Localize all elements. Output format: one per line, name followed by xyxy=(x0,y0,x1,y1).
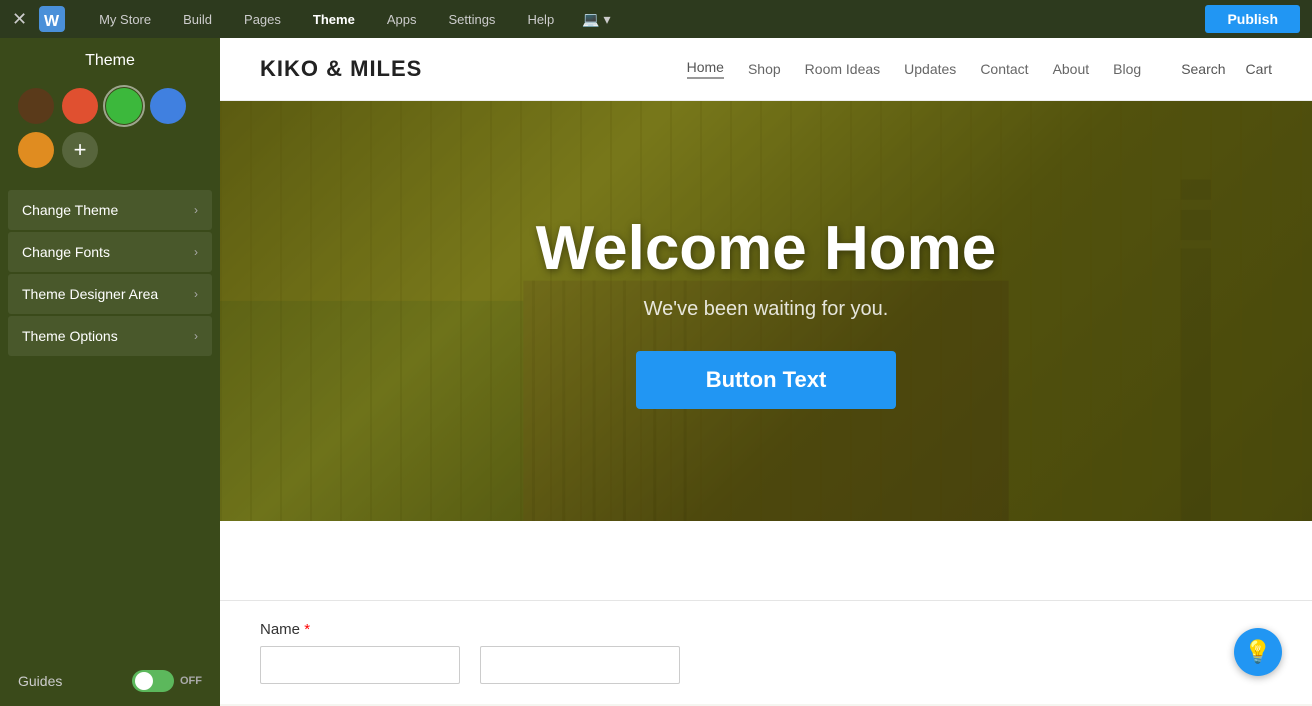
sidebar-title: Theme xyxy=(0,38,220,80)
below-hero-section xyxy=(220,521,1312,601)
form-row xyxy=(260,646,1272,684)
form-section: Name * xyxy=(220,601,1312,704)
nav-my-store[interactable]: My Store xyxy=(85,12,165,27)
nav-room-ideas[interactable]: Room Ideas xyxy=(805,61,880,77)
site-nav: Home Shop Room Ideas Updates Contact Abo… xyxy=(687,59,1142,79)
main-area: Theme + Change Theme › Change Fonts › Th… xyxy=(0,38,1312,706)
sidebar-bottom: Guides OFF xyxy=(0,656,220,706)
first-name-input[interactable] xyxy=(260,646,460,684)
change-theme-label: Change Theme xyxy=(22,202,118,218)
change-fonts-label: Change Fonts xyxy=(22,244,110,260)
lightbulb-icon: 💡 xyxy=(1244,639,1271,665)
hero-button[interactable]: Button Text xyxy=(636,351,897,409)
hero-section: Welcome Home We've been waiting for you.… xyxy=(220,101,1312,521)
color-swatches-container: + xyxy=(0,80,220,182)
site-nav-actions: Search Cart xyxy=(1181,61,1272,77)
publish-button[interactable]: Publish xyxy=(1205,5,1300,33)
guides-label: Guides xyxy=(18,673,62,689)
guides-toggle[interactable] xyxy=(132,670,174,692)
device-icon[interactable]: 💻 ▾ xyxy=(572,11,620,28)
swatch-dark-brown[interactable] xyxy=(18,88,54,124)
chevron-right-icon: › xyxy=(194,203,198,217)
website-header: KIKO & MILES Home Shop Room Ideas Update… xyxy=(220,38,1312,101)
hero-subtitle: We've been waiting for you. xyxy=(536,298,997,321)
nav-apps[interactable]: Apps xyxy=(373,12,431,27)
nav-help[interactable]: Help xyxy=(513,12,568,27)
content-area: KIKO & MILES Home Shop Room Ideas Update… xyxy=(220,38,1312,706)
theme-options-label: Theme Options xyxy=(22,328,118,344)
nav-build[interactable]: Build xyxy=(169,12,226,27)
top-nav: ✕ W My Store Build Pages Theme Apps Sett… xyxy=(0,0,1312,38)
nav-home[interactable]: Home xyxy=(687,59,724,79)
nav-about[interactable]: About xyxy=(1053,61,1090,77)
nav-shop[interactable]: Shop xyxy=(748,61,781,77)
swatch-red-orange[interactable] xyxy=(62,88,98,124)
chevron-right-icon: › xyxy=(194,287,198,301)
swatch-blue[interactable] xyxy=(150,88,186,124)
nav-settings[interactable]: Settings xyxy=(434,12,509,27)
guides-toggle-wrap: OFF xyxy=(132,670,202,692)
swatch-green[interactable] xyxy=(106,88,142,124)
site-logo: KIKO & MILES xyxy=(260,56,422,82)
change-theme-button[interactable]: Change Theme › xyxy=(8,190,212,230)
hero-title: Welcome Home xyxy=(536,213,997,284)
floating-help-button[interactable]: 💡 xyxy=(1234,628,1282,676)
theme-designer-area-button[interactable]: Theme Designer Area › xyxy=(8,274,212,314)
required-indicator: * xyxy=(304,621,310,638)
svg-text:W: W xyxy=(44,13,60,30)
hero-content: Welcome Home We've been waiting for you.… xyxy=(536,213,997,409)
toggle-state-label: OFF xyxy=(180,675,202,687)
change-fonts-button[interactable]: Change Fonts › xyxy=(8,232,212,272)
nav-blog[interactable]: Blog xyxy=(1113,61,1141,77)
sidebar: Theme + Change Theme › Change Fonts › Th… xyxy=(0,38,220,706)
sidebar-menu: Change Theme › Change Fonts › Theme Desi… xyxy=(0,182,220,656)
chevron-right-icon: › xyxy=(194,329,198,343)
name-label-text: Name xyxy=(260,621,300,638)
theme-options-button[interactable]: Theme Options › xyxy=(8,316,212,356)
nav-contact[interactable]: Contact xyxy=(980,61,1028,77)
weebly-logo: W xyxy=(39,6,65,32)
swatch-orange[interactable] xyxy=(18,132,54,168)
nav-theme[interactable]: Theme xyxy=(299,12,369,27)
nav-pages[interactable]: Pages xyxy=(230,12,295,27)
toggle-knob xyxy=(135,672,153,690)
nav-updates[interactable]: Updates xyxy=(904,61,956,77)
search-link[interactable]: Search xyxy=(1181,61,1225,77)
cart-link[interactable]: Cart xyxy=(1246,61,1272,77)
add-swatch-button[interactable]: + xyxy=(62,132,98,168)
last-name-input[interactable] xyxy=(480,646,680,684)
close-icon[interactable]: ✕ xyxy=(12,9,27,30)
theme-designer-area-label: Theme Designer Area xyxy=(22,286,158,302)
chevron-right-icon: › xyxy=(194,245,198,259)
name-label: Name * xyxy=(260,621,1272,638)
